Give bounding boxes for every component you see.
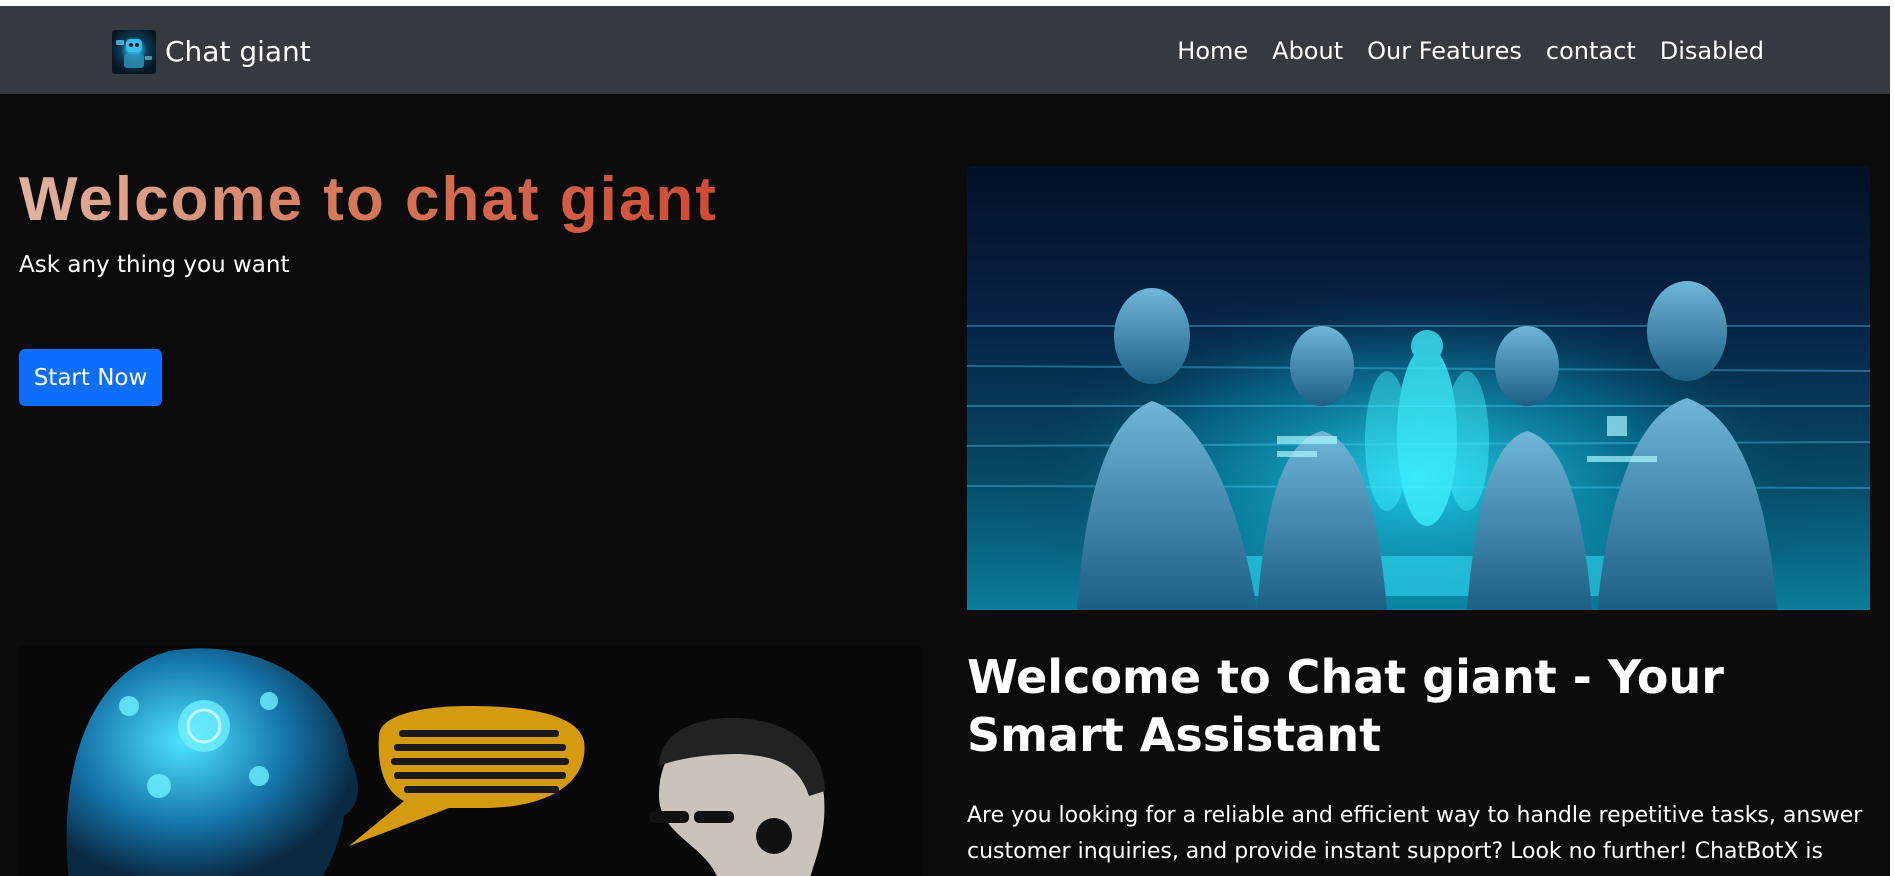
- hero-title: Welcome to chat giant: [19, 165, 718, 234]
- page: Chat giant Home About Our Features conta…: [0, 6, 1890, 876]
- robots-hologram-image: [967, 166, 1870, 610]
- nav-link-home[interactable]: Home: [1177, 36, 1248, 66]
- navbar: Chat giant Home About Our Features conta…: [0, 6, 1890, 94]
- section-title: Welcome to Chat giant - Your Smart Assis…: [967, 650, 1724, 762]
- start-now-button[interactable]: Start Now: [19, 349, 162, 406]
- ai-chat-illustration-image: [19, 646, 922, 876]
- brand-name: Chat giant: [165, 35, 311, 68]
- nav-link-contact[interactable]: contact: [1546, 36, 1636, 66]
- hero-subtitle: Ask any thing you want: [19, 252, 290, 278]
- nav-links: Home About Our Features contact Disabled: [1153, 36, 1764, 66]
- nav-link-disabled: Disabled: [1659, 37, 1764, 65]
- brand-link[interactable]: Chat giant: [112, 30, 311, 74]
- nav-link-about[interactable]: About: [1272, 36, 1343, 66]
- robot-logo-icon: [112, 30, 156, 74]
- window-edge: [1890, 0, 1894, 876]
- nav-link-our-features[interactable]: Our Features: [1367, 36, 1522, 66]
- section-body: Are you looking for a reliable and effic…: [967, 803, 1863, 876]
